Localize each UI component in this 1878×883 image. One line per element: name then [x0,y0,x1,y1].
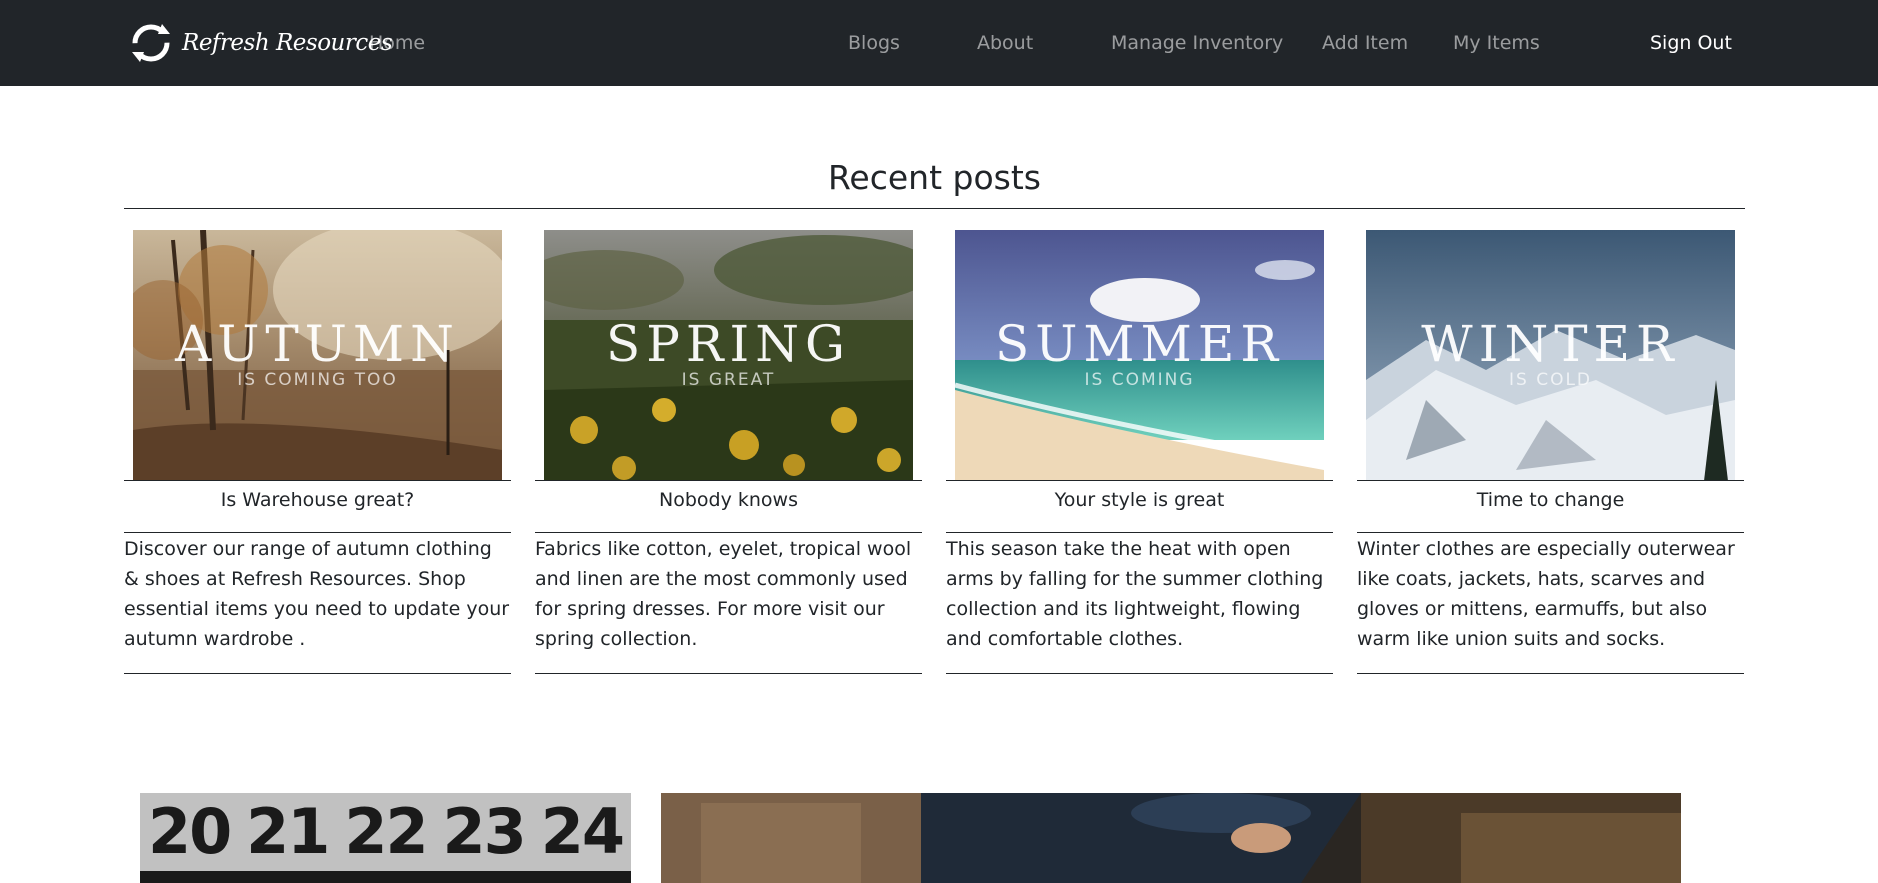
summer-image-subtitle: IS COMING [1084,370,1195,390]
calendar-numbers: 20 21 22 23 24 [140,797,631,867]
calendar-day: 20 [147,795,232,868]
winter-image[interactable]: WINTER IS COLD [1366,230,1735,481]
post-excerpt: This season take the heat with open arms… [946,538,1324,650]
spring-image[interactable]: SPRING IS GREAT [544,230,913,481]
nav-home[interactable]: Home [369,30,425,56]
autumn-image-word: AUTUMN [175,315,460,373]
autumn-image[interactable]: AUTUMN IS COMING TOO [133,230,502,481]
calendar-day: 24 [540,795,625,868]
card-divider [1357,480,1744,481]
brand-name: Refresh Resources [182,30,393,56]
calendar-day: 23 [442,795,527,868]
calendar-day: 21 [246,795,330,868]
nav-blogs[interactable]: Blogs [848,30,900,56]
nav-manage-inventory[interactable]: Manage Inventory [1111,30,1283,56]
winter-image-subtitle: IS COLD [1508,370,1593,390]
autumn-image-subtitle: IS COMING TOO [237,370,398,390]
card-divider [1357,673,1744,674]
card-divider [535,480,922,481]
brand-link[interactable]: Refresh Resources [128,18,393,68]
nav-my-items[interactable]: My Items [1453,30,1540,56]
nav-add-item[interactable]: Add Item [1322,30,1408,56]
post-excerpt: Fabrics like cotton, eyelet, tropical wo… [535,538,912,650]
top-navbar: Refresh Resources Home Blogs About Manag… [0,0,1878,86]
post-title[interactable]: Your style is great [946,486,1333,514]
card-divider [535,673,922,674]
summer-image-word: SUMMER [995,315,1284,373]
post-title[interactable]: Time to change [1357,486,1744,514]
card-divider [124,532,511,533]
calendar-day: 22 [344,795,428,868]
fashion-image [661,793,1681,883]
nav-about[interactable]: About [977,30,1033,56]
spring-image-subtitle: IS GREAT [681,370,776,390]
post-title[interactable]: Nobody knows [535,486,922,514]
winter-image-word: WINTER [1421,315,1680,373]
card-divider [946,480,1333,481]
calendar-image: 20 21 22 23 24 [140,793,631,883]
card-divider [535,532,922,533]
card-divider [946,673,1333,674]
post-excerpt: Winter clothes are especially outerwear … [1357,538,1735,650]
card-divider [946,532,1333,533]
post-title[interactable]: Is Warehouse great? [124,486,511,514]
card-divider [124,480,511,481]
post-excerpt: Discover our range of autumn clothing & … [124,538,510,650]
card-divider [124,673,511,674]
heading-divider [124,208,1745,209]
spring-image-word: SPRING [606,315,851,373]
card-divider [1357,532,1744,533]
sign-out-button[interactable]: Sign Out [1650,30,1732,56]
recent-posts-heading: Recent posts [827,158,1041,197]
summer-image[interactable]: SUMMER IS COMING [955,230,1324,481]
refresh-logo-icon [132,24,170,62]
